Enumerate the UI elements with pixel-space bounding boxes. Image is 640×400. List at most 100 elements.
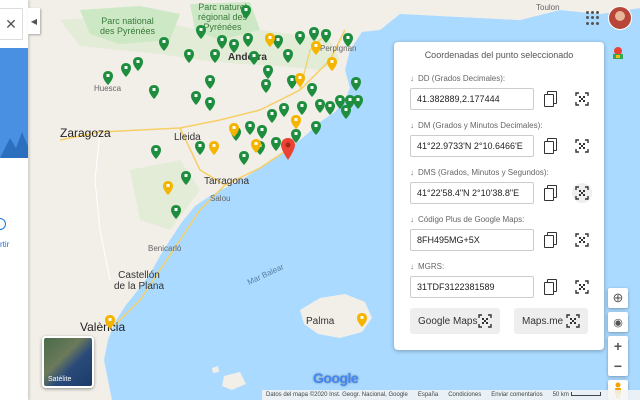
poi-marker[interactable]	[357, 313, 367, 327]
collapse-panel-button[interactable]: ◀	[28, 8, 40, 34]
park-marker[interactable]	[241, 5, 251, 19]
qr-code-button[interactable]	[572, 89, 592, 109]
poi-marker[interactable]	[295, 73, 305, 87]
poi-marker[interactable]	[327, 57, 337, 71]
park-marker[interactable]	[171, 205, 181, 219]
park-marker[interactable]	[311, 121, 321, 135]
qr-code-icon	[575, 280, 589, 294]
coord-plus-field[interactable]: 8FH495MG+5X	[410, 229, 534, 251]
park-marker[interactable]	[307, 83, 317, 97]
coord-dms-label: DMS (Grados, Minutos y Segundos):	[418, 167, 549, 177]
park-marker[interactable]	[159, 37, 169, 51]
park-marker[interactable]	[195, 141, 205, 155]
coordinates-title: Coordenadas del punto seleccionado	[424, 50, 574, 60]
apps-grid-icon[interactable]	[586, 11, 600, 25]
park-marker[interactable]	[321, 29, 331, 43]
coord-dms: ↓ DMS (Grados, Minutos y Segundos): 41°22…	[410, 166, 600, 204]
copy-icon[interactable]	[544, 185, 558, 201]
copy-icon[interactable]	[544, 138, 558, 154]
copy-icon[interactable]	[544, 91, 558, 107]
park-marker[interactable]	[103, 71, 113, 85]
park-marker[interactable]	[283, 49, 293, 63]
close-panel-button[interactable]: ✕	[0, 8, 23, 40]
coord-dd-field[interactable]: 41.382889,2.177444	[410, 88, 534, 110]
qr-code-button[interactable]	[572, 136, 592, 156]
poi-marker[interactable]	[105, 315, 115, 329]
park-marker[interactable]	[271, 137, 281, 151]
park-marker[interactable]	[353, 95, 363, 109]
park-marker[interactable]	[297, 101, 307, 115]
coord-plus: ↓ Código Plus de Google Maps: 8FH495MG+5X	[410, 213, 600, 251]
park-marker[interactable]	[121, 63, 131, 77]
satellite-label: Satélite	[48, 376, 72, 383]
map-controls: ⊕ ◉ + −	[608, 288, 628, 400]
coord-dms-field[interactable]: 41°22'58.4"N 2°10'38.8"E	[410, 182, 534, 204]
park-marker[interactable]	[229, 39, 239, 53]
park-marker[interactable]	[257, 125, 267, 139]
park-marker[interactable]	[151, 145, 161, 159]
zoom-out-button[interactable]: −	[608, 356, 628, 376]
qr-code-button[interactable]	[572, 230, 592, 250]
poi-marker[interactable]	[163, 181, 173, 195]
zoom-controls: + −	[608, 336, 628, 376]
park-marker[interactable]	[343, 33, 353, 47]
park-marker[interactable]	[133, 57, 143, 71]
park-marker[interactable]	[249, 51, 259, 65]
park-marker[interactable]	[184, 49, 194, 63]
park-marker[interactable]	[243, 33, 253, 47]
coord-mgrs-field[interactable]: 31TDF3122381589	[410, 276, 534, 298]
park-marker[interactable]	[325, 101, 335, 115]
user-avatar[interactable]	[608, 6, 632, 30]
scale-label: 50 km	[552, 392, 569, 398]
poi-marker[interactable]	[209, 141, 219, 155]
scale-indicator[interactable]: 50 km	[553, 392, 601, 398]
park-marker[interactable]	[205, 75, 215, 89]
qr-code-icon	[575, 92, 589, 106]
qr-code-button[interactable]	[572, 183, 592, 203]
extension-logo-icon[interactable]	[611, 46, 625, 60]
park-marker[interactable]	[217, 35, 227, 49]
park-marker[interactable]	[341, 105, 351, 119]
place-photo	[0, 48, 28, 158]
park-marker[interactable]	[196, 25, 206, 39]
park-marker[interactable]	[149, 85, 159, 99]
park-marker[interactable]	[205, 97, 215, 111]
copy-icon[interactable]	[544, 279, 558, 295]
park-marker[interactable]	[181, 171, 191, 185]
satellite-toggle[interactable]: Satélite	[42, 336, 94, 388]
park-marker[interactable]	[210, 49, 220, 63]
park-marker[interactable]	[279, 103, 289, 117]
maps-me-button[interactable]: Maps.me	[514, 308, 588, 334]
zoom-in-button[interactable]: +	[608, 336, 628, 356]
coord-mgrs-label: MGRS:	[418, 261, 445, 271]
park-marker[interactable]	[239, 151, 249, 165]
coord-dm: ↓ DM (Grados y Minutos Decimales): 41°22.…	[410, 119, 600, 157]
park-marker[interactable]	[261, 79, 271, 93]
my-location-button[interactable]: ◉	[608, 312, 628, 332]
selected-location-pin[interactable]	[281, 138, 295, 160]
poi-marker[interactable]	[265, 33, 275, 47]
qr-code-button[interactable]	[572, 277, 592, 297]
poi-marker[interactable]	[291, 115, 301, 129]
park-marker[interactable]	[267, 109, 277, 123]
park-marker[interactable]	[263, 65, 273, 79]
map-data-attribution[interactable]: Datos del mapa ©2020 Inst. Geogr. Nacion…	[266, 392, 408, 398]
share-icon[interactable]	[0, 218, 6, 230]
share-label[interactable]: rtir	[0, 240, 9, 249]
poi-marker[interactable]	[311, 41, 321, 55]
park-marker[interactable]	[295, 31, 305, 45]
globe-button[interactable]: ⊕	[608, 288, 628, 308]
coord-dm-field[interactable]: 41°22.9733'N 2°10.6466'E	[410, 135, 534, 157]
copy-icon[interactable]	[544, 232, 558, 248]
park-marker[interactable]	[245, 121, 255, 135]
close-icon: ✕	[5, 15, 17, 32]
my-location-icon: ◉	[613, 316, 623, 329]
park-marker[interactable]	[309, 27, 319, 41]
park-marker[interactable]	[315, 99, 325, 113]
park-marker[interactable]	[191, 91, 201, 105]
feedback-link[interactable]: Enviar comentarios	[491, 392, 542, 398]
google-maps-button[interactable]: Google Maps	[410, 308, 500, 334]
terms-link[interactable]: Condiciones	[448, 392, 481, 398]
country-link[interactable]: España	[418, 392, 438, 398]
park-marker[interactable]	[351, 77, 361, 91]
